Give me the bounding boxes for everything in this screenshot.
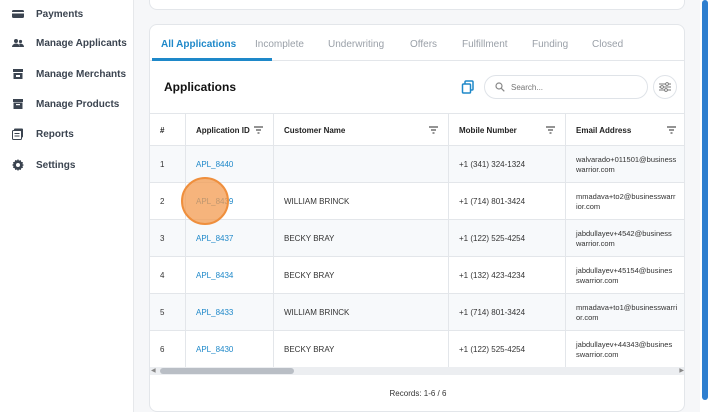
table-row[interactable]: 1 APL_8440 +1 (341) 324-1324 walvarado+0115… bbox=[150, 146, 684, 183]
search-input[interactable] bbox=[511, 82, 631, 92]
page-title: Applications bbox=[164, 80, 237, 94]
application-id-link[interactable]: APL_8439 bbox=[186, 183, 274, 220]
cell-mobile-number: +1 (341) 324-1324 bbox=[449, 146, 566, 183]
column-header-number: # bbox=[150, 114, 186, 147]
sidebar-item-reports[interactable]: Reports bbox=[12, 128, 74, 140]
records-count: Records: 1-6 / 6 bbox=[389, 389, 447, 398]
column-header-customer-name: Customer Name bbox=[274, 114, 449, 147]
application-id-link[interactable]: APL_8433 bbox=[186, 294, 274, 331]
column-header-mobile-number: Mobile Number bbox=[449, 114, 566, 147]
cell-number: 5 bbox=[150, 294, 186, 331]
app-root: Payments Manage Applicants Manage Mercha… bbox=[0, 0, 710, 412]
sidebar-item-manage-applicants[interactable]: Manage Applicants bbox=[12, 37, 127, 49]
cell-mobile-number: +1 (122) 525-4254 bbox=[449, 220, 566, 257]
scroll-right-icon[interactable]: ▶ bbox=[679, 367, 684, 374]
summary-card bbox=[149, 0, 685, 10]
cell-mobile-number: +1 (122) 525-4254 bbox=[449, 331, 566, 368]
users-icon bbox=[12, 37, 24, 49]
cell-customer-name: BECKY BRAY bbox=[274, 331, 449, 368]
box-icon bbox=[12, 98, 24, 110]
table-row[interactable]: 2 APL_8439 WILLIAM BRINCK +1 (714) 801-3424… bbox=[150, 183, 684, 220]
main-content: All Applications Incomplete Underwriting… bbox=[134, 0, 700, 412]
tab-all-applications[interactable]: All Applications bbox=[161, 39, 236, 50]
cell-number: 2 bbox=[150, 183, 186, 220]
cell-customer-name: WILLIAM BRINCK bbox=[274, 294, 449, 331]
sidebar-item-settings[interactable]: Settings bbox=[12, 159, 75, 171]
cell-email-address: jabdullayev+4542@business warrior.com bbox=[576, 228, 672, 248]
sliders-icon bbox=[659, 82, 671, 92]
table-row[interactable]: 3 APL_8437 BECKY BRAY +1 (122) 525-4254 jabd… bbox=[150, 220, 684, 257]
tab-offers[interactable]: Offers bbox=[410, 39, 437, 50]
tab-fulfillment[interactable]: Fulfillment bbox=[462, 39, 508, 50]
cell-customer-name bbox=[274, 146, 449, 183]
cell-customer-name: BECKY BRAY bbox=[274, 220, 449, 257]
cell-mobile-number: +1 (714) 801-3424 bbox=[449, 183, 566, 220]
search-box[interactable] bbox=[484, 75, 648, 99]
tab-funding[interactable]: Funding bbox=[532, 39, 568, 50]
tab-incomplete[interactable]: Incomplete bbox=[255, 39, 304, 50]
cell-email-address: jabdullayev+45154@busines swarrior.com bbox=[576, 265, 673, 285]
search-icon bbox=[495, 82, 505, 92]
store-icon bbox=[12, 68, 24, 80]
filter-icon[interactable] bbox=[254, 126, 263, 134]
cell-mobile-number: +1 (132) 423-4234 bbox=[449, 257, 566, 294]
sidebar-item-manage-merchants[interactable]: Manage Merchants bbox=[12, 68, 126, 80]
sidebar-item-label: Reports bbox=[36, 128, 74, 140]
cell-customer-name: WILLIAM BRINCK bbox=[274, 183, 449, 220]
sidebar: Payments Manage Applicants Manage Mercha… bbox=[0, 0, 134, 412]
cell-customer-name: BECKY BRAY bbox=[274, 257, 449, 294]
scroll-left-icon[interactable]: ◀ bbox=[151, 367, 156, 374]
filter-icon[interactable] bbox=[546, 126, 555, 134]
filter-icon[interactable] bbox=[667, 126, 676, 134]
sidebar-item-label: Payments bbox=[36, 8, 84, 20]
cell-mobile-number: +1 (714) 801-3424 bbox=[449, 294, 566, 331]
cell-email-address: walvarado+011501@business warrior.com bbox=[576, 154, 677, 174]
application-id-link[interactable]: APL_8430 bbox=[186, 331, 274, 368]
sidebar-item-manage-products[interactable]: Manage Products bbox=[12, 98, 119, 110]
application-id-link[interactable]: APL_8437 bbox=[186, 220, 274, 257]
sidebar-item-label: Manage Merchants bbox=[36, 68, 127, 80]
table-row[interactable]: 5 APL_8433 WILLIAM BRINCK +1 (714) 801-3424… bbox=[150, 294, 684, 331]
gear-icon bbox=[12, 159, 24, 171]
table-row[interactable]: 4 APL_8434 BECKY BRAY +1 (132) 423-4234 jabd… bbox=[150, 257, 684, 294]
reports-icon bbox=[12, 128, 24, 140]
cell-number: 4 bbox=[150, 257, 186, 294]
table-header: # Application ID Customer Name Mobile Nu… bbox=[150, 113, 684, 147]
column-settings-button[interactable] bbox=[653, 75, 677, 99]
scrollbar-thumb[interactable] bbox=[702, 0, 708, 400]
sidebar-item-label: Settings bbox=[36, 159, 76, 171]
application-id-link[interactable]: APL_8434 bbox=[186, 257, 274, 294]
cell-email-address: mmadava+to1@businesswarri or.com bbox=[576, 302, 678, 322]
table-row[interactable]: 6 APL_8430 BECKY BRAY +1 (122) 525-4254 jabd… bbox=[150, 331, 684, 368]
cell-email-address: mmadava+to2@businesswarr ior.com bbox=[576, 191, 676, 211]
cell-number: 6 bbox=[150, 331, 186, 368]
application-id-link[interactable]: APL_8440 bbox=[186, 146, 274, 183]
cell-number: 3 bbox=[150, 220, 186, 257]
horizontal-scrollbar[interactable]: ◀ ▶ bbox=[150, 367, 684, 375]
tab-closed[interactable]: Closed bbox=[592, 39, 623, 50]
cell-email-address: jabdullayev+44343@busines swarrior.com bbox=[576, 339, 673, 359]
column-header-email-address: Email Address bbox=[566, 114, 684, 147]
sidebar-item-label: Manage Applicants bbox=[36, 37, 127, 49]
column-header-application-id: Application ID bbox=[186, 114, 274, 147]
cell-number: 1 bbox=[150, 146, 186, 183]
scrollbar-thumb[interactable] bbox=[160, 368, 294, 374]
sidebar-item-payments[interactable]: Payments bbox=[12, 8, 83, 20]
active-tab-indicator bbox=[152, 58, 272, 61]
filter-icon[interactable] bbox=[429, 126, 438, 134]
applications-card: All Applications Incomplete Underwriting… bbox=[149, 24, 685, 412]
vertical-scrollbar[interactable] bbox=[700, 0, 710, 412]
sidebar-item-label: Manage Products bbox=[36, 98, 120, 110]
status-tabs: All Applications Incomplete Underwriting… bbox=[150, 25, 684, 61]
copy-icon[interactable] bbox=[461, 80, 475, 94]
tab-underwriting[interactable]: Underwriting bbox=[328, 39, 384, 50]
credit-card-icon bbox=[12, 8, 24, 20]
